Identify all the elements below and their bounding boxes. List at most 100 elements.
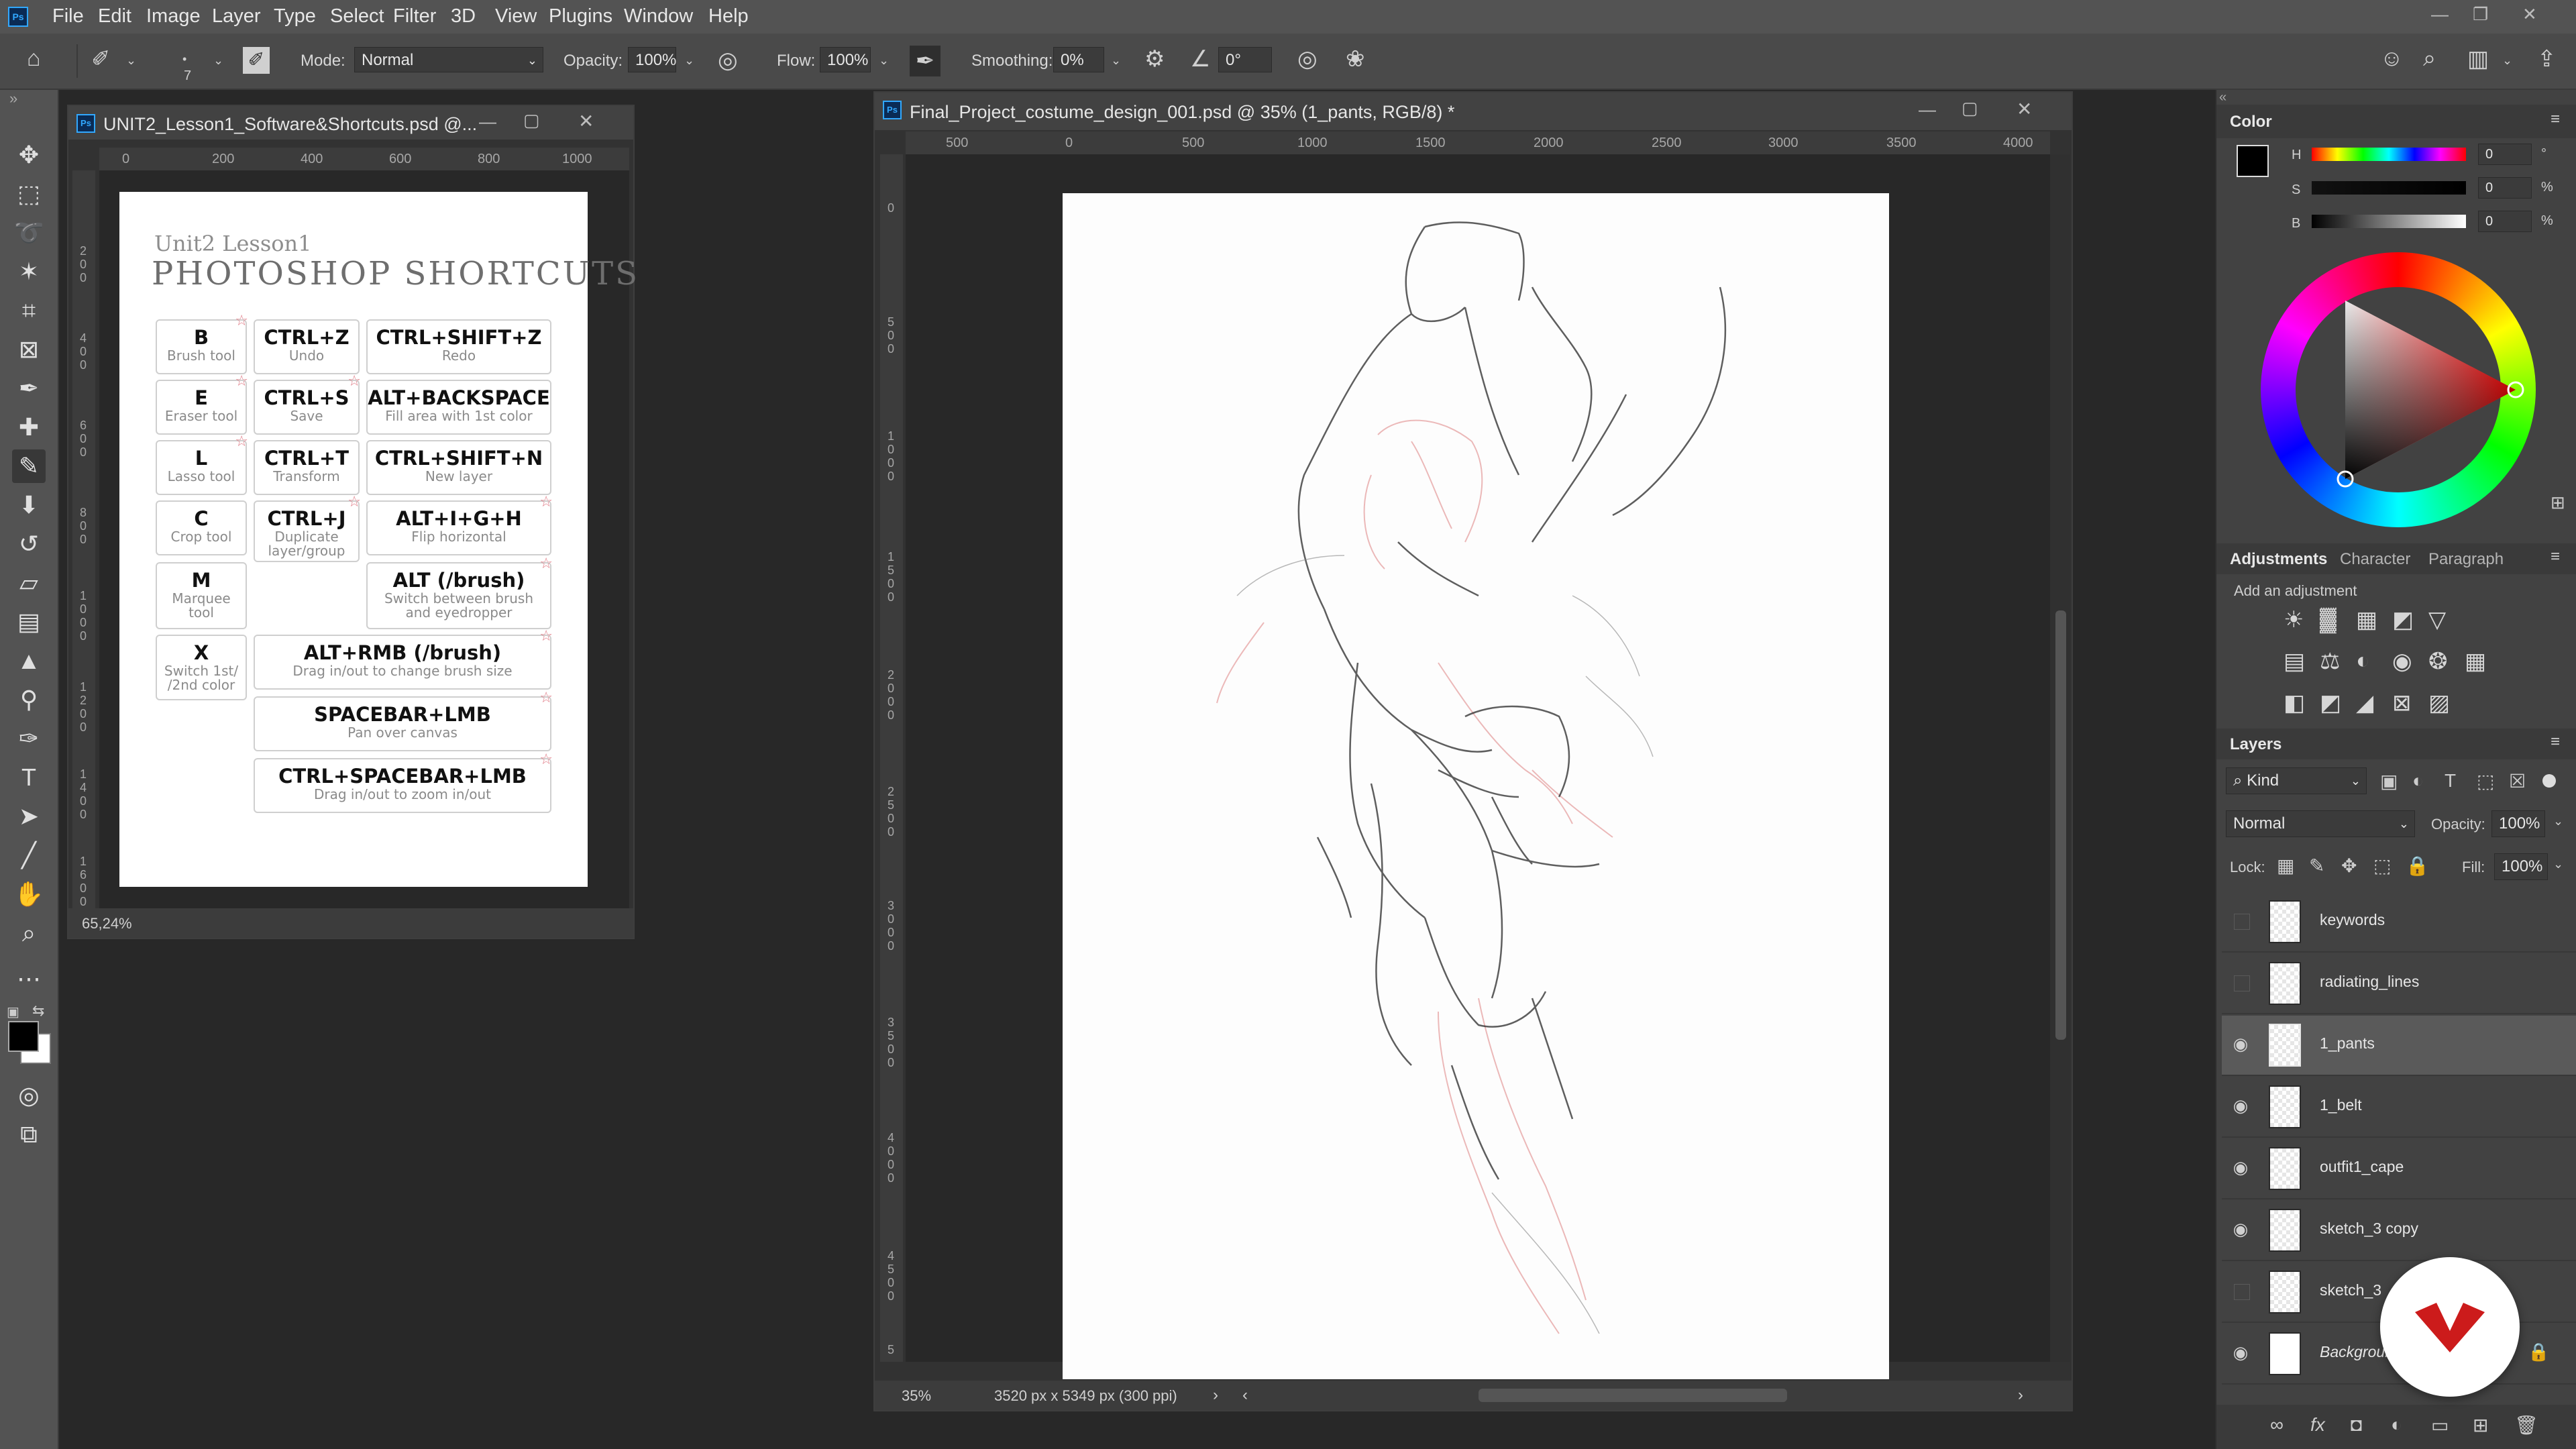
filter-smart-object-icon[interactable]: ☒ xyxy=(2509,770,2526,792)
chevron-down-icon[interactable]: ⌄ xyxy=(2553,814,2563,828)
crop-tool-icon[interactable]: ⌗ xyxy=(12,294,46,327)
exposure-icon[interactable]: ◩ xyxy=(2392,606,2414,633)
stamp-tool-icon[interactable]: ⬇ xyxy=(12,488,46,522)
posterize-icon[interactable]: ◩ xyxy=(2320,690,2341,716)
menu-file[interactable]: File xyxy=(52,5,84,28)
fx-icon[interactable]: fx xyxy=(2310,1414,2325,1436)
chevron-down-icon[interactable]: ⌄ xyxy=(126,54,136,68)
gradient-map-icon[interactable]: ▨ xyxy=(2428,690,2450,716)
layer-filter-kind[interactable]: ⌕ Kind ⌄ xyxy=(2226,767,2367,794)
threshold-icon[interactable]: ◢ xyxy=(2356,690,2373,716)
airbrush-icon[interactable]: ✒ xyxy=(910,46,941,76)
brush-settings-icon[interactable]: ✐ xyxy=(243,47,270,74)
close-icon[interactable]: ✕ xyxy=(578,110,594,132)
layer-blend-mode-select[interactable]: Normal ⌄ xyxy=(2226,810,2415,837)
foreground-color-swatch[interactable] xyxy=(2237,145,2269,177)
menu-plugins[interactable]: Plugins xyxy=(549,5,612,28)
type-tool-icon[interactable]: T xyxy=(12,761,46,794)
swap-colors-icon[interactable]: ⇆ xyxy=(32,1002,44,1020)
zoom-level[interactable]: 35% xyxy=(902,1387,931,1405)
hand-tool-icon[interactable]: ✋ xyxy=(12,877,46,911)
document-titlebar[interactable]: Ps Final_Project_costume_design_001.psd … xyxy=(875,93,2072,130)
more-tools-icon[interactable]: ⋯ xyxy=(12,962,46,996)
menu-view[interactable]: View xyxy=(495,5,537,28)
visibility-toggle-off[interactable] xyxy=(2234,975,2250,991)
workspace-icon[interactable]: ▥ xyxy=(2467,46,2489,72)
new-group-icon[interactable]: ▭ xyxy=(2431,1414,2449,1436)
line-tool-icon[interactable]: ╱ xyxy=(12,839,46,872)
filter-adjustment-icon[interactable]: ◐ xyxy=(2412,770,2424,792)
saturation-slider[interactable] xyxy=(2312,181,2466,195)
foreground-color-swatch[interactable] xyxy=(8,1021,39,1052)
eye-icon[interactable]: ◉ xyxy=(2231,1343,2250,1362)
add-mask-icon[interactable]: ◘ xyxy=(2351,1414,2362,1436)
search-icon[interactable]: ⌕ xyxy=(2423,46,2436,72)
minimize-icon[interactable]: — xyxy=(479,111,496,132)
panel-menu-icon[interactable]: ≡ xyxy=(2551,733,2560,751)
lock-paint-icon[interactable]: ✎ xyxy=(2309,855,2324,877)
channel-mixer-icon[interactable]: ❂ xyxy=(2428,648,2448,675)
add-swatch-icon[interactable]: ⊞ xyxy=(2551,492,2565,513)
tab-color[interactable]: Color xyxy=(2230,113,2272,131)
lock-artboard-icon[interactable]: ⬚ xyxy=(2373,855,2391,877)
saturation-input[interactable]: 0 xyxy=(2478,177,2532,199)
quick-mask-icon[interactable]: ◎ xyxy=(12,1079,46,1112)
menu-image[interactable]: Image xyxy=(146,5,201,28)
layer-row-1-belt[interactable]: ◉ 1_belt xyxy=(2222,1077,2576,1138)
hue-input[interactable]: 0 xyxy=(2478,144,2532,165)
gradient-tool-icon[interactable]: ▤ xyxy=(12,605,46,639)
panel-menu-icon[interactable]: ≡ xyxy=(2551,547,2560,566)
app-logo[interactable]: Ps xyxy=(8,7,28,27)
blur-tool-icon[interactable]: ▲ xyxy=(12,644,46,678)
opacity-input[interactable]: 100% xyxy=(628,47,676,72)
curves-icon[interactable]: ▦ xyxy=(2356,606,2377,633)
mode-select[interactable]: Normal ⌄ xyxy=(354,47,543,72)
tab-layers[interactable]: Layers xyxy=(2230,735,2282,754)
path-selection-tool-icon[interactable]: ➤ xyxy=(12,800,46,833)
black-white-icon[interactable]: ◐ xyxy=(2356,648,2370,674)
menu-3d[interactable]: 3D xyxy=(451,5,476,28)
layer-row-keywords[interactable]: keywords xyxy=(2222,892,2576,953)
lock-move-icon[interactable]: ✥ xyxy=(2341,855,2357,877)
close-icon[interactable]: ✕ xyxy=(2017,98,2032,120)
color-triangle[interactable] xyxy=(2261,252,2536,527)
photo-filter-icon[interactable]: ◉ xyxy=(2392,648,2412,675)
layer-row-1-pants[interactable]: ◉ 1_pants xyxy=(2222,1016,2576,1076)
link-layers-icon[interactable]: ∞ xyxy=(2270,1414,2284,1436)
document-titlebar[interactable]: Ps UNIT2_Lesson1_Software&Shortcuts.psd … xyxy=(68,106,633,140)
invert-icon[interactable]: ◧ xyxy=(2284,690,2305,716)
pressure-size-icon[interactable]: ◎ xyxy=(1297,46,1318,72)
close-icon[interactable]: ✕ xyxy=(2522,4,2537,25)
brightness-slider[interactable] xyxy=(2312,215,2466,228)
filter-type-icon[interactable]: T xyxy=(2445,770,2456,792)
visibility-toggle-off[interactable] xyxy=(2234,914,2250,930)
hue-slider[interactable] xyxy=(2312,148,2466,161)
chevron-down-icon[interactable]: ⌄ xyxy=(684,54,694,68)
fill-input[interactable]: 100% xyxy=(2494,853,2548,880)
home-icon[interactable]: ⌂ xyxy=(27,46,41,72)
brush-tool-icon[interactable]: ✎ xyxy=(12,449,46,483)
menu-layer[interactable]: Layer xyxy=(212,5,261,28)
magic-wand-tool-icon[interactable]: ✶ xyxy=(12,255,46,288)
menu-filter[interactable]: Filter xyxy=(393,5,436,28)
scrollbar-thumb[interactable] xyxy=(2055,610,2066,1040)
filter-pixel-icon[interactable]: ▣ xyxy=(2380,770,2398,792)
menu-window[interactable]: Window xyxy=(624,5,693,28)
menu-select[interactable]: Select xyxy=(330,5,384,28)
eye-icon[interactable]: ◉ xyxy=(2231,1220,2250,1238)
minimize-icon[interactable]: — xyxy=(1919,99,1936,120)
layer-opacity-input[interactable]: 100% xyxy=(2491,810,2545,837)
chevron-down-icon[interactable]: ⌄ xyxy=(879,54,889,68)
chevron-down-icon[interactable]: ⌄ xyxy=(213,54,223,68)
zoom-level[interactable]: 65,24% xyxy=(82,915,132,932)
new-layer-icon[interactable]: ⊞ xyxy=(2473,1414,2488,1436)
brush-size-value[interactable]: 7 xyxy=(184,68,191,84)
zoom-tool-icon[interactable]: ⌕ xyxy=(12,916,46,950)
scroll-left-icon[interactable]: ‹ xyxy=(1242,1386,1248,1405)
share-icon[interactable]: ⇪ xyxy=(2537,46,2557,72)
maximize-icon[interactable]: ▢ xyxy=(523,110,540,131)
default-colors-icon[interactable]: ▣ xyxy=(7,1004,19,1020)
hue-saturation-icon[interactable]: ▤ xyxy=(2284,648,2305,675)
levels-icon[interactable]: ▓ xyxy=(2320,606,2337,633)
history-brush-tool-icon[interactable]: ↺ xyxy=(12,527,46,561)
